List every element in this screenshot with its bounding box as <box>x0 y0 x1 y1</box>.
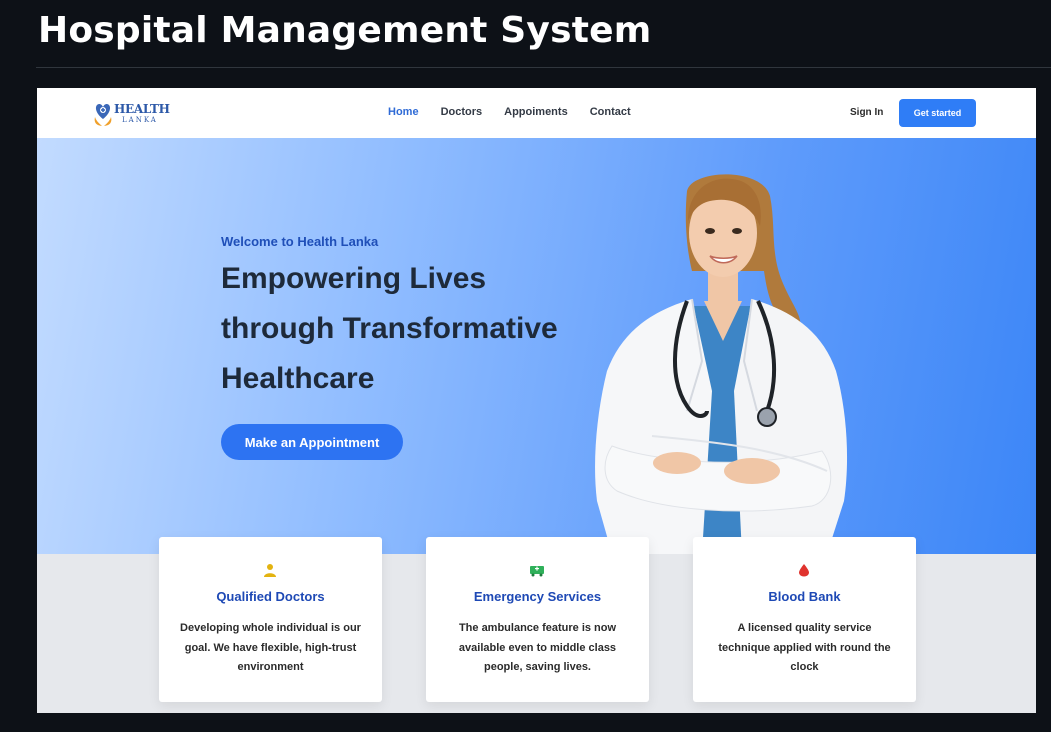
logo[interactable]: HEALTH LANKA <box>92 99 172 127</box>
hero-title: Empowering Lives through Transformative … <box>221 262 558 395</box>
title-divider <box>36 67 1051 68</box>
card-description: The ambulance feature is now available e… <box>458 622 617 673</box>
nav-menu: Home Doctors Appoiments Contact <box>388 106 631 118</box>
card-title: Blood Bank <box>768 589 841 604</box>
page-title: Hospital Management System <box>38 10 652 51</box>
nav-link-doctors[interactable]: Doctors <box>441 106 483 118</box>
features-section: Qualified Doctors Developing whole indiv… <box>37 537 1036 707</box>
card-description: A licensed quality service technique app… <box>718 622 891 673</box>
get-started-button[interactable]: Get started <box>899 99 976 127</box>
nav-link-home[interactable]: Home <box>388 106 419 118</box>
doctor-icon <box>264 564 276 577</box>
nav-link-appointments[interactable]: Appoiments <box>504 106 568 118</box>
navbar: HEALTH LANKA Home Doctors Appoiments Con… <box>37 88 1036 138</box>
website-screenshot: HEALTH LANKA Home Doctors Appoiments Con… <box>37 88 1036 713</box>
hero-section: Welcome to Health Lanka Empowering Lives… <box>37 138 1036 554</box>
feature-card-emergency-services: Emergency Services The ambulance feature… <box>426 537 649 702</box>
feature-card-qualified-doctors: Qualified Doctors Developing whole indiv… <box>159 537 382 702</box>
card-description: Developing whole individual is our goal.… <box>180 622 361 673</box>
logo-icon <box>94 104 112 126</box>
card-title: Emergency Services <box>473 589 602 604</box>
nav-link-contact[interactable]: Contact <box>590 106 631 118</box>
make-appointment-button[interactable]: Make an Appointment <box>221 424 403 460</box>
hero-welcome: Welcome to Health Lanka <box>221 234 379 249</box>
card-title: Qualified Doctors <box>216 589 325 604</box>
ambulance-icon <box>530 566 544 577</box>
logo-text: HEALTH <box>114 102 170 116</box>
blood-drop-icon <box>799 564 809 577</box>
doctor-image <box>595 174 848 554</box>
sign-in-link[interactable]: Sign In <box>850 107 883 118</box>
feature-card-blood-bank: Blood Bank A licensed quality service te… <box>693 537 916 702</box>
logo-subtext: LANKA <box>122 116 158 124</box>
